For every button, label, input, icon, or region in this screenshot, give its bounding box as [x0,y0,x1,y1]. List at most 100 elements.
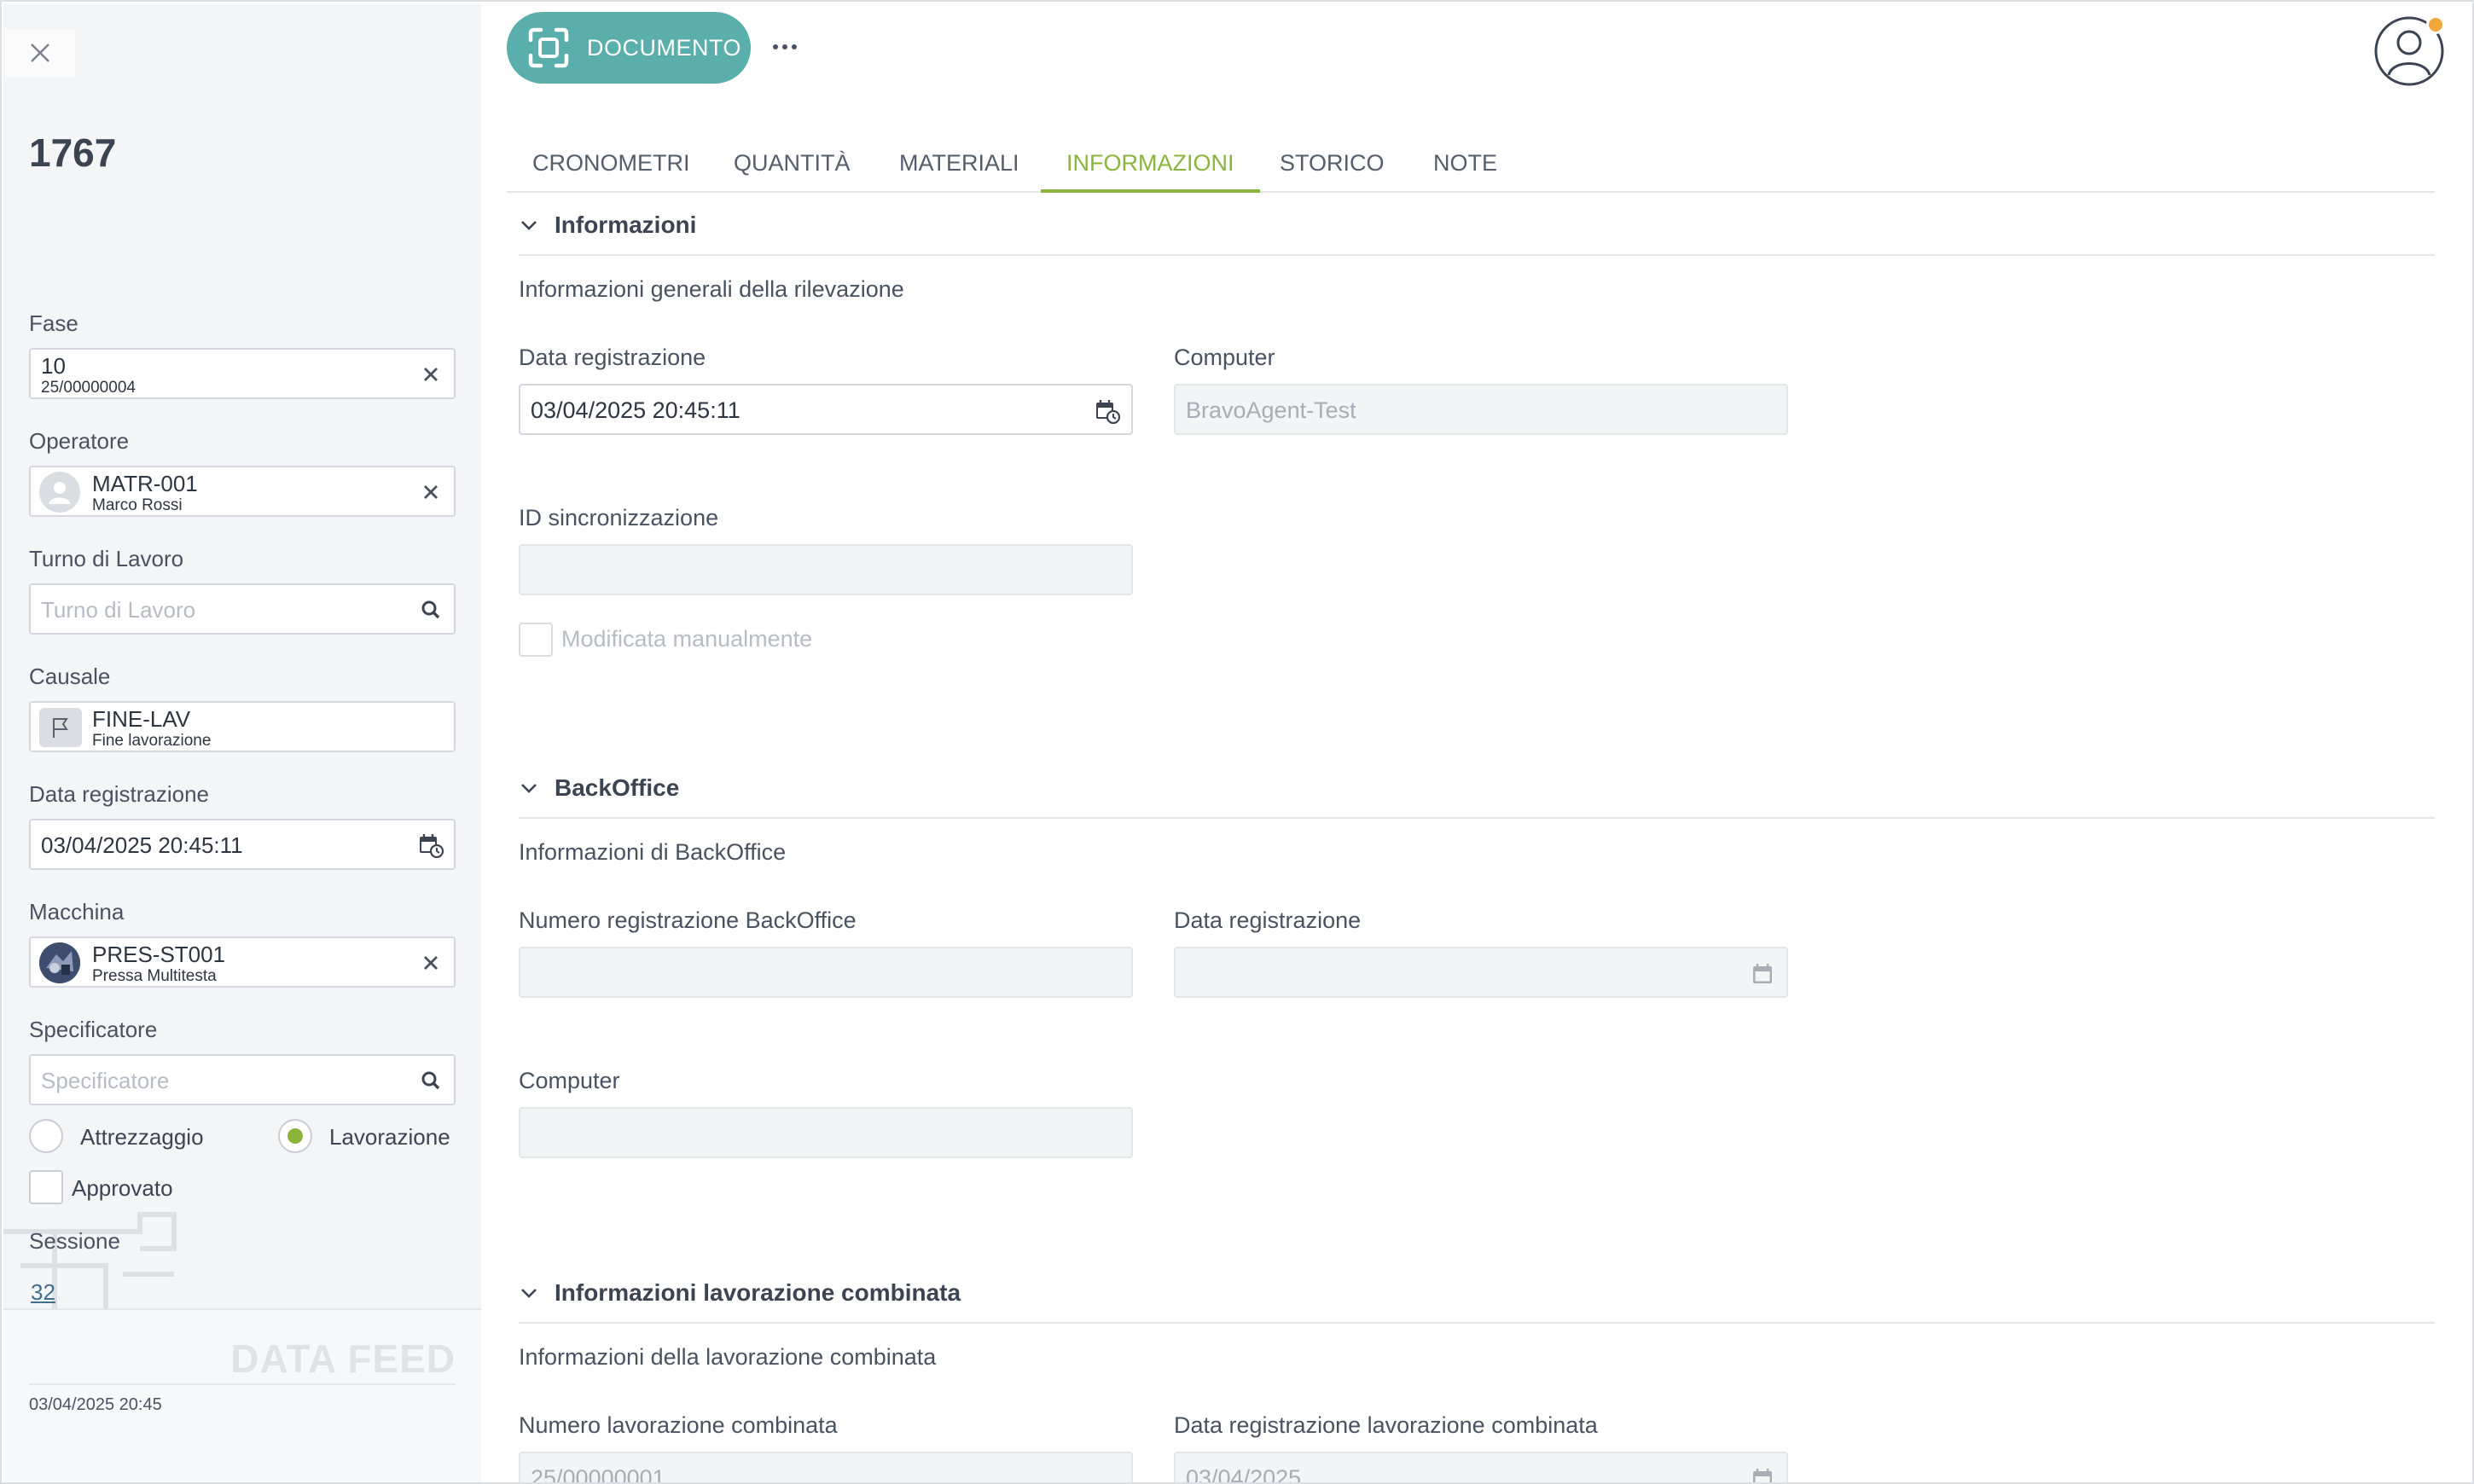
modificata-manualmente-checkbox[interactable] [519,623,553,657]
search-turno-button[interactable] [418,597,444,623]
turno-placeholder: Turno di Lavoro [41,597,196,623]
specificatore-placeholder: Specificatore [41,1068,170,1093]
section-divider [519,1322,2435,1324]
search-specificatore-button[interactable] [418,1068,444,1093]
scan-icon [528,27,569,68]
section-description: Informazioni generali della rilevazione [519,276,904,302]
search-icon [421,600,440,619]
combinata-section-header[interactable]: Informazioni lavorazione combinata [519,1276,961,1310]
turno-field[interactable]: Turno di Lavoro [29,583,456,635]
section-title: Informazioni lavorazione combinata [555,1279,961,1306]
id-sincronizzazione-field [519,544,1133,595]
user-avatar-icon [39,472,80,513]
informazioni-section-header[interactable]: Informazioni [519,208,696,242]
causale-label: Causale [29,664,111,689]
backoffice-data-registrazione-field [1174,947,1788,998]
sessione-link[interactable]: 32 [31,1279,55,1306]
section-divider [519,817,2435,819]
more-options-button[interactable] [769,34,800,60]
lavorazione-label: Lavorazione [329,1124,450,1150]
clear-icon [424,368,438,381]
lavorazione-radio[interactable] [278,1119,312,1153]
clear-operatore-button[interactable] [418,479,444,505]
clear-icon [424,485,438,499]
notification-badge [2426,15,2445,34]
fase-label: Fase [29,310,78,336]
record-sidebar: 1767 Fase 10 25/00000004 Operatore MATR-… [3,3,481,1482]
data-registrazione-value: 03/04/2025 20:45:11 [531,397,740,423]
tab-bar: CRONOMETRI QUANTITÀ MATERIALI INFORMAZIO… [507,138,2435,193]
causale-sub: Fine lavorazione [92,732,212,750]
calendar-icon [1753,964,1772,983]
calendar-clock-icon [1096,400,1120,424]
chevron-down-icon [521,784,537,793]
computer-field: BravoAgent-Test [1174,384,1788,435]
causale-field[interactable]: FINE-LAV Fine lavorazione [29,701,456,752]
data-registrazione-field[interactable]: 03/04/2025 20:45:11 [29,819,456,870]
fase-field[interactable]: 10 25/00000004 [29,348,456,399]
data-registrazione-value: 03/04/2025 20:45:11 [41,832,243,858]
clear-macchina-button[interactable] [418,950,444,976]
attrezzaggio-radio[interactable] [29,1119,63,1153]
document-button[interactable]: DOCUMENTO [507,12,751,84]
computer-value: BravoAgent-Test [1186,397,1356,423]
backoffice-section-header[interactable]: BackOffice [519,771,679,805]
backoffice-data-registrazione-label: Data registrazione [1174,907,1362,933]
section-title: BackOffice [555,774,680,801]
footer-divider [29,1383,456,1385]
chevron-down-icon [521,1289,537,1298]
operatore-field[interactable]: MATR-001 Marco Rossi [29,466,456,517]
more-dot [782,44,787,49]
data-registrazione-label: Data registrazione [519,345,706,370]
flag-icon [39,708,82,747]
more-dot [773,44,778,49]
calendar-button [1749,960,1776,988]
computer-label: Computer [1174,345,1275,370]
fase-value: 10 [41,353,66,379]
machine-thumbnail-icon [39,942,80,983]
tab-informazioni[interactable]: INFORMAZIONI [1041,150,1260,193]
tab-materiali[interactable]: MATERIALI [899,150,1019,193]
causale-value: FINE-LAV [92,706,191,732]
fase-sub: 25/00000004 [41,379,136,397]
specificatore-field[interactable]: Specificatore [29,1054,456,1105]
close-button[interactable] [5,29,75,77]
close-icon [31,43,49,62]
section-divider [519,254,2435,256]
tab-storico[interactable]: STORICO [1280,150,1385,193]
clear-icon [424,956,438,970]
data-registrazione-label: Data registrazione [29,781,209,807]
app-window: 1767 Fase 10 25/00000004 Operatore MATR-… [0,0,2474,1484]
tab-quantita[interactable]: QUANTITÀ [734,150,851,193]
more-dot [792,44,797,49]
data-lavorazione-combinata-label: Data registrazione lavorazione combinata [1174,1412,1598,1438]
operatore-label: Operatore [29,428,130,454]
tab-cronometri[interactable]: CRONOMETRI [532,150,690,193]
numero-registrazione-backoffice-field [519,947,1133,998]
record-number: 1767 [29,130,117,175]
sidebar-footer: DATA FEED 03/04/2025 20:45 [3,1308,481,1482]
sessione-label: Sessione [29,1228,120,1254]
clear-fase-button[interactable] [418,362,444,387]
id-sincronizzazione-label: ID sincronizzazione [519,505,719,530]
macchina-field[interactable]: PRES-ST001 Pressa Multitesta [29,936,456,988]
calendar-button [1749,1465,1776,1482]
numero-lavorazione-combinata-field: 25/00000001 [519,1452,1133,1484]
numero-lavorazione-combinata-label: Numero lavorazione combinata [519,1412,838,1438]
section-title: Informazioni [555,212,697,238]
operatore-value: MATR-001 [92,471,198,496]
operatore-sub: Marco Rossi [92,496,183,514]
data-lavorazione-combinata-field: 03/04/2025 [1174,1452,1788,1482]
tab-note[interactable]: NOTE [1433,150,1497,193]
backoffice-computer-label: Computer [519,1068,620,1093]
data-registrazione-input[interactable]: 03/04/2025 20:45:11 [519,384,1133,435]
section-description: Informazioni della lavorazione combinata [519,1344,937,1370]
numero-registrazione-backoffice-label: Numero registrazione BackOffice [519,907,857,933]
chevron-down-icon [521,221,537,230]
calendar-clock-button[interactable] [418,832,444,858]
backoffice-computer-field [519,1107,1133,1158]
calendar-clock-button[interactable] [1094,397,1121,425]
calendar-icon [1753,1469,1772,1482]
numero-lavorazione-combinata-value: 25/00000001 [531,1465,665,1484]
macchina-label: Macchina [29,899,125,925]
